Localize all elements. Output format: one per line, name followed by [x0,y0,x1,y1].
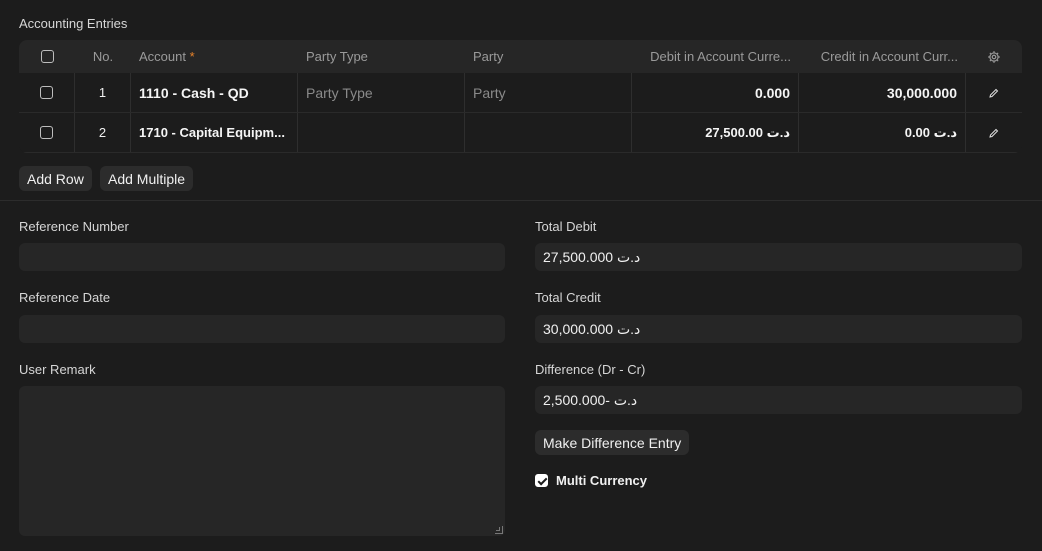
select-all-cell [19,40,75,73]
reference-date-label: Reference Date [19,290,111,305]
reference-date-field[interactable] [19,315,505,343]
difference-label: Difference (Dr - Cr) [535,362,646,377]
edit-row-button[interactable] [966,113,1022,152]
row-checkbox[interactable] [40,86,53,99]
multi-currency-row[interactable]: Multi Currency [535,473,647,488]
edit-row-button[interactable] [966,73,1022,112]
credit-value: د.ت 0.00 [904,124,957,140]
col-credit-label: Credit in Account Curr... [820,49,958,64]
gear-icon [988,50,1000,63]
multi-currency-label: Multi Currency [556,473,648,488]
user-remark-label: User Remark [19,362,96,377]
account-value: 1710 - Capital Equipm... [139,125,285,140]
account-value: 1110 - Cash - QD [139,84,249,101]
pencil-icon [989,128,999,138]
row-checkbox[interactable] [40,126,53,139]
total-debit-label: Total Debit [535,219,597,234]
row-select-cell [19,73,75,112]
user-remark-textarea[interactable] [19,386,505,536]
credit-value: 30,000.000 [886,84,957,101]
section-divider [0,200,1042,201]
total-credit-field: د.ت 30,000.000 [535,315,1022,343]
account-cell[interactable]: 1110 - Cash - QD [131,73,298,112]
debit-cell[interactable]: 0.000 [632,73,799,112]
select-all-checkbox[interactable] [40,50,54,63]
col-party-type-header: Party Type [306,49,368,64]
credit-cell[interactable]: 30,000.000 [799,73,966,112]
col-no-header: No. [92,49,114,64]
accounting-entries-grid: No. Account * Party Type Party Debit in … [19,40,1022,153]
col-account-label: Account [139,49,186,64]
row-number: 2 [75,113,131,152]
resize-handle[interactable] [495,526,503,534]
party-cell[interactable]: Party [465,73,632,112]
reference-number-label: Reference Number [19,219,129,234]
debit-value: د.ت 27,500.00 [705,124,790,140]
credit-cell[interactable]: د.ت 0.00 [799,113,966,152]
party-cell[interactable] [465,113,632,152]
debit-value: 0.000 [754,84,790,101]
party-type-cell[interactable]: Party Type [298,73,465,112]
col-account-header: Account * [131,40,298,73]
party-type-cell[interactable] [298,113,465,152]
difference-field: د.ت -2,500.000 [535,386,1022,414]
col-party-header: Party [473,49,504,64]
grid-settings-button[interactable] [966,40,1022,73]
table-row[interactable]: 2 1710 - Capital Equipm... د.ت 27,500.00… [19,113,1022,153]
debit-cell[interactable]: د.ت 27,500.00 [632,113,799,152]
col-credit-header: Credit in Account Curr... [799,40,966,73]
multi-currency-checkbox[interactable] [535,474,548,487]
section-title: Accounting Entries [19,16,128,31]
reference-number-field[interactable] [19,243,505,271]
table-row[interactable]: 1 1110 - Cash - QD Party Type Party 0.00… [19,73,1022,113]
row-select-cell [19,113,75,152]
row-number: 1 [75,73,131,112]
add-multiple-button[interactable]: Add Multiple [100,166,194,191]
required-marker: * [189,49,195,64]
col-debit-header: Debit in Account Curre... [632,40,799,73]
party-placeholder: Party [473,84,506,101]
total-credit-label: Total Credit [535,290,601,305]
make-difference-entry-button[interactable]: Make Difference Entry [535,430,690,455]
col-debit-label: Debit in Account Curre... [650,49,791,64]
add-row-button[interactable]: Add Row [19,166,92,191]
account-cell[interactable]: 1710 - Capital Equipm... [131,113,298,152]
party-type-placeholder: Party Type [306,84,373,101]
pencil-icon [989,88,999,98]
grid-header-row: No. Account * Party Type Party Debit in … [19,40,1022,73]
total-debit-field: د.ت 27,500.000 [535,243,1022,271]
